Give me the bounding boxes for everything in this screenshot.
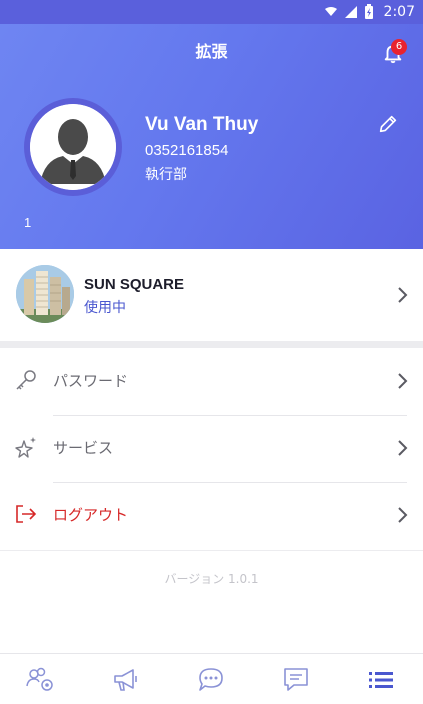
logout-icon xyxy=(16,505,37,523)
avatar-image xyxy=(30,104,116,190)
status-icons: 2:07 xyxy=(324,2,415,22)
menu-item-logout[interactable]: ログアウト xyxy=(0,482,423,549)
section-divider xyxy=(0,341,423,348)
profile-extra-number: 1 xyxy=(24,215,32,230)
users-settings-icon[interactable] xyxy=(26,666,56,694)
user-phone: 0352161854 xyxy=(145,142,229,159)
user-name: Vu Van Thuy xyxy=(145,114,259,135)
project-status: 使用中 xyxy=(84,300,126,316)
menu-label-logout: ログアウト xyxy=(53,506,129,524)
avatar[interactable] xyxy=(24,98,122,196)
message-square-icon[interactable] xyxy=(281,666,311,694)
section-divider xyxy=(0,550,423,551)
project-thumbnail xyxy=(16,265,74,323)
building-image xyxy=(16,265,74,323)
notification-badge: 6 xyxy=(391,39,407,55)
network-icon xyxy=(324,7,337,16)
chevron-right-icon xyxy=(398,373,408,389)
page-title: 拡張 xyxy=(195,42,228,61)
bottom-navigation xyxy=(0,653,423,704)
list-icon[interactable] xyxy=(366,666,396,694)
pencil-edit-icon[interactable] xyxy=(377,113,399,135)
megaphone-icon[interactable] xyxy=(111,666,141,694)
chevron-right-icon xyxy=(398,440,408,456)
status-time: 2:07 xyxy=(383,4,415,20)
chevron-right-icon xyxy=(398,507,408,523)
version-text: バージョン 1.0.1 xyxy=(164,572,259,586)
menu-item-password[interactable]: パスワード xyxy=(0,348,423,415)
menu-item-service[interactable]: サービス xyxy=(0,415,423,482)
project-name: SUN SQUARE xyxy=(84,276,185,293)
sparkle-star-icon xyxy=(15,437,36,458)
signal-icon xyxy=(344,6,357,18)
project-row[interactable]: SUN SQUARE 使用中 xyxy=(0,249,423,341)
key-icon xyxy=(16,370,36,390)
user-silhouette-icon xyxy=(30,104,116,190)
chevron-right-icon xyxy=(398,287,408,303)
status-bar: 2:07 xyxy=(0,0,423,24)
chat-bubble-icon[interactable] xyxy=(196,666,226,694)
user-department: 執行部 xyxy=(145,167,187,183)
menu-label-password: パスワード xyxy=(53,372,129,390)
menu-label-service: サービス xyxy=(53,439,114,457)
battery-charging-icon xyxy=(364,4,373,19)
